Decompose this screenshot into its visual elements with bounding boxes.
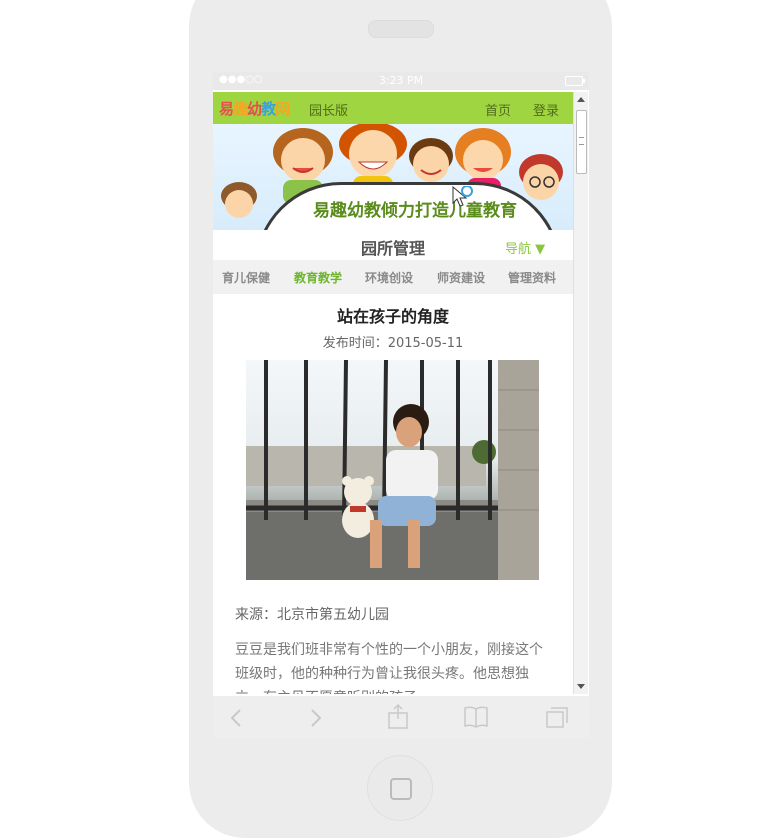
tab-teachers[interactable]: 师资建设 — [437, 269, 485, 286]
mouse-cursor-icon — [452, 186, 473, 207]
article-title: 站在孩子的角度 — [336, 307, 449, 326]
home-button-square-icon — [390, 778, 412, 800]
tabs-icon[interactable] — [545, 705, 571, 729]
battery-icon — [565, 76, 585, 86]
site-header: 易趣幼教网 园长版 首页 登录 — [213, 92, 573, 124]
phone-speaker — [368, 20, 434, 38]
status-time: 3:23 PM — [378, 74, 424, 87]
page-scrollbar[interactable] — [573, 92, 588, 694]
logo-char: 易 — [219, 100, 234, 118]
banner-slogan: 易趣幼教倾力打造儿童教育 — [313, 201, 517, 221]
child-with-teddy-photo — [246, 360, 539, 580]
article-source: 来源：北京市第五幼儿园 — [235, 607, 389, 623]
forward-icon[interactable] — [307, 708, 325, 728]
edition-label: 园长版 — [309, 104, 349, 119]
site-logo[interactable]: 易趣幼教网 — [219, 98, 290, 119]
back-icon[interactable] — [227, 708, 245, 728]
logo-char: 幼 — [247, 100, 262, 118]
tab-management[interactable]: 管理资料 — [508, 269, 556, 286]
phone-screen: ●●●○○ 3:23 PM 易趣幼教网 园长版 首页 登录 易趣幼教倾力打造儿童… — [213, 72, 589, 738]
status-bar: ●●●○○ 3:23 PM — [213, 72, 589, 90]
tab-environment[interactable]: 环境创设 — [365, 269, 413, 286]
scroll-thumb[interactable] — [576, 110, 587, 174]
tab-education-teaching[interactable]: 教育教学 — [294, 269, 342, 286]
logo-char: 网 — [275, 100, 290, 118]
login-link[interactable]: 登录 — [533, 100, 559, 119]
article-date: 发布时间：2015-05-11 — [322, 336, 464, 351]
browser-toolbar — [213, 696, 589, 738]
bookmarks-icon[interactable] — [463, 706, 489, 728]
scroll-up-icon[interactable] — [577, 97, 585, 102]
home-link[interactable]: 首页 — [485, 100, 511, 119]
section-header: 园所管理 导航 ▼ — [213, 230, 573, 260]
article-photo — [246, 360, 539, 580]
scroll-down-icon[interactable] — [577, 684, 585, 689]
banner-image: 易趣幼教倾力打造儿童教育 — [213, 124, 573, 230]
nav-dropdown-button[interactable]: 导航 ▼ — [505, 238, 545, 257]
logo-char: 教 — [261, 100, 276, 118]
category-tabs: 育儿保健 教育教学 环境创设 师资建设 管理资料 — [213, 260, 573, 294]
article-body: 豆豆是我们班非常有个性的一个小朋友，刚接这个班级时，他的种种行为曾让我很头疼。他… — [235, 642, 543, 694]
tab-parenting-health[interactable]: 育儿保健 — [222, 269, 270, 286]
share-icon[interactable] — [387, 704, 409, 730]
home-button[interactable] — [367, 755, 433, 821]
logo-char: 趣 — [233, 100, 248, 118]
web-viewport[interactable]: 易趣幼教网 园长版 首页 登录 易趣幼教倾力打造儿童教育 园所管理 导航 ▼ 育… — [213, 92, 573, 694]
